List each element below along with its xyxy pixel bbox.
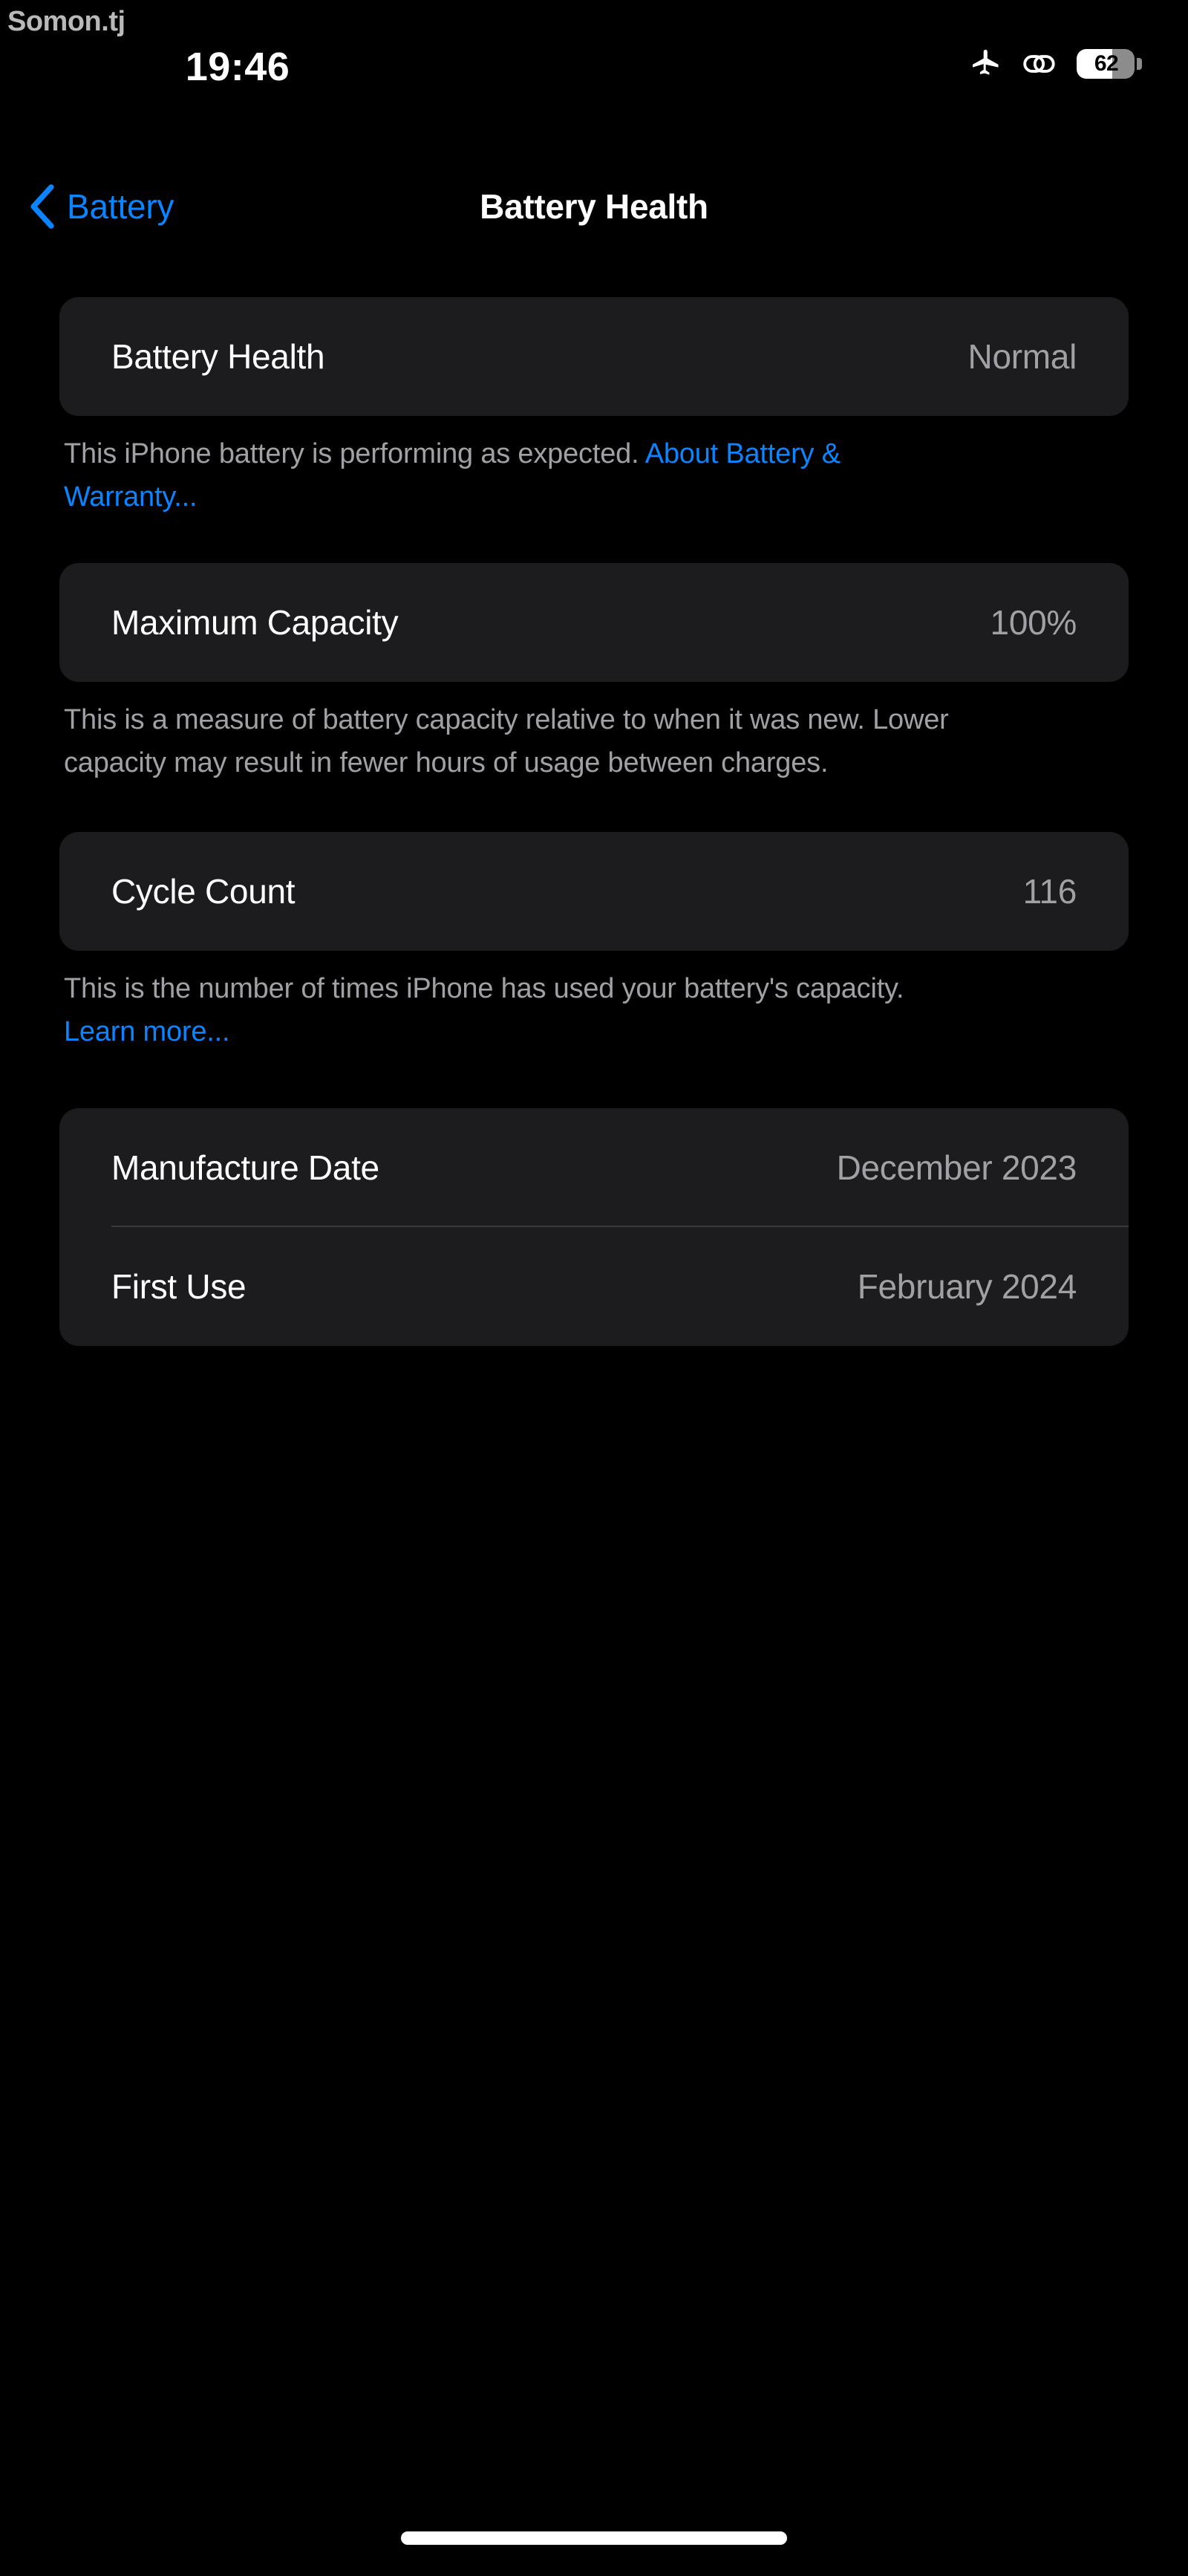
status-bar-time: 19:46 [185,45,290,89]
settings-content: Battery Health Normal This iPhone battery … [0,297,1188,1346]
settings-row: Maximum Capacity 100% [59,563,1129,682]
footnote-text: This is the number of times iPhone has u… [64,973,904,1004]
watermark: Somon.tj [7,6,125,37]
footnote-text: This iPhone battery is performing as exp… [64,438,645,469]
battery-icon: 62 [1077,48,1142,80]
section-footnote: This is a measure of battery capacity re… [64,698,970,784]
settings-row: Manufacture Date December 2023 [59,1108,1129,1227]
battery-percent-label: 62 [1094,51,1119,76]
row-label: Manufacture Date [111,1148,379,1187]
section-footnote: This iPhone battery is performing as exp… [64,432,970,518]
section-footnote: This is the number of times iPhone has u… [64,967,970,1053]
footnote-link[interactable]: Learn more... [64,1016,230,1047]
settings-group: Battery Health Normal This iPhone battery … [0,297,1188,518]
link-icon [1022,48,1057,80]
settings-group: Manufacture Date December 2023 First Use Fe… [0,1108,1188,1346]
footnote-text: This is a measure of battery capacity re… [64,704,949,778]
page-title: Battery Health [480,187,708,226]
battery-tip [1137,58,1142,70]
settings-row: Battery Health Normal [59,297,1129,416]
chevron-left-icon [28,183,56,230]
settings-row: First Use February 2024 [59,1227,1129,1346]
settings-row: Cycle Count 116 [59,832,1129,951]
settings-group: Maximum Capacity 100% This is a measure of… [0,563,1188,784]
home-indicator[interactable] [401,2531,787,2545]
status-bar-indicators: 62 [970,48,1142,80]
status-bar: 19:46 62 [0,43,1188,95]
back-button[interactable]: Battery [28,175,174,238]
row-label: First Use [111,1267,247,1306]
row-label: Cycle Count [111,872,296,911]
battery-body: 62 [1077,49,1135,79]
back-button-label: Battery [67,187,174,226]
airplane-icon [970,48,1002,80]
settings-card: Battery Health Normal [59,297,1129,416]
row-value: December 2023 [836,1148,1077,1187]
settings-card: Maximum Capacity 100% [59,563,1129,682]
row-value: Normal [967,337,1077,376]
settings-card: Manufacture Date December 2023 First Use Fe… [59,1108,1129,1346]
row-value: 100% [990,603,1077,642]
navigation-bar: Battery Health Battery [0,175,1188,238]
settings-group: Cycle Count 116 This is the number of time… [0,832,1188,1053]
row-value: February 2024 [857,1267,1077,1306]
row-label: Maximum Capacity [111,603,399,642]
settings-card: Cycle Count 116 [59,832,1129,951]
row-label: Battery Health [111,337,325,376]
row-value: 116 [1022,872,1077,911]
